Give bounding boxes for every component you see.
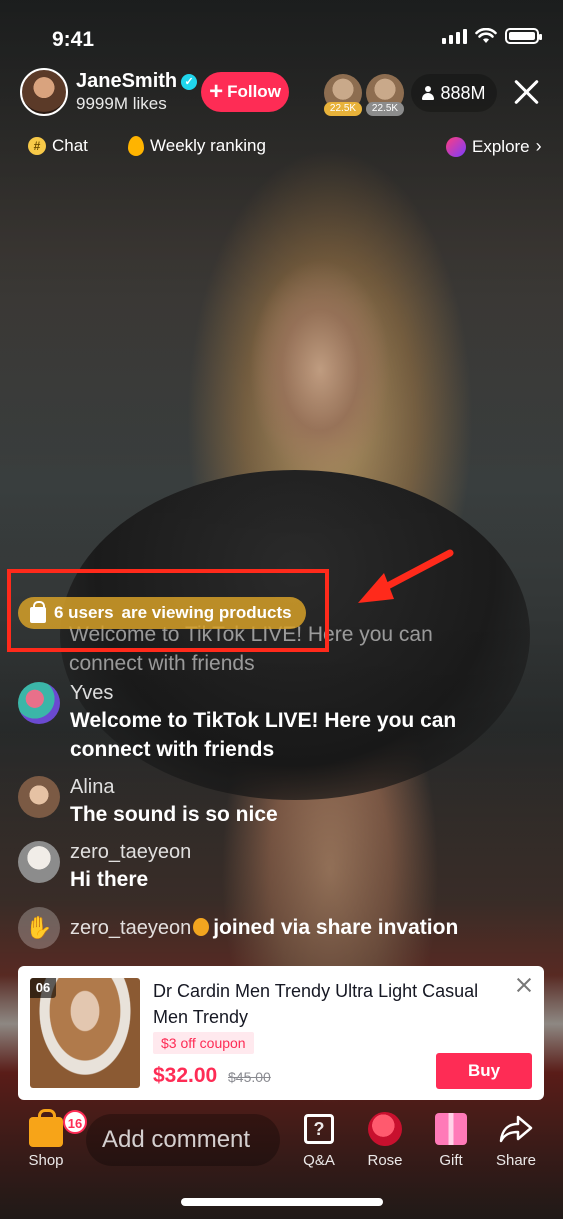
commenter-avatar[interactable] <box>18 682 60 724</box>
shop-button[interactable]: Shop 16 <box>16 1109 87 1169</box>
comment-username[interactable]: Alina <box>70 774 278 800</box>
verified-icon: ✓ <box>181 73 198 90</box>
annotation-arrow-icon <box>358 549 454 603</box>
qa-button[interactable]: ? Q&A <box>289 1110 349 1169</box>
explore-icon <box>446 136 466 157</box>
follow-label: Follow <box>227 82 281 101</box>
battery-icon <box>505 28 542 44</box>
gift-icon <box>435 1113 467 1145</box>
question-icon: ? <box>304 1114 334 1144</box>
gift-label: Gift <box>439 1152 463 1169</box>
comment-username[interactable]: Yves <box>70 680 456 706</box>
join-event: ✋ zero_taeyeon joined via share invation <box>18 907 458 949</box>
chevron-right-icon: › <box>535 136 542 156</box>
faded-comment-line: connect with friends <box>69 652 255 675</box>
live-subnav: # Chat Weekly ranking Explore › <box>28 136 553 162</box>
status-bar: 9:41 <box>0 24 563 54</box>
gift-button[interactable]: Gift <box>421 1110 481 1169</box>
product-original-price: $45.00 <box>228 1069 271 1085</box>
hashtag-icon: # <box>28 137 46 155</box>
commenter-avatar[interactable] <box>18 841 60 883</box>
shop-label: Shop <box>28 1152 64 1169</box>
share-button[interactable]: Share <box>486 1110 546 1169</box>
gift-count-badge: 22.5K <box>366 102 404 116</box>
viewer-count: 888M <box>440 82 486 103</box>
shop-bag-icon <box>29 1109 63 1147</box>
plus-icon: + <box>209 78 224 105</box>
share-arrow-icon <box>498 1114 534 1144</box>
close-icon[interactable] <box>514 976 534 996</box>
chat-link[interactable]: # Chat <box>28 136 88 156</box>
top-viewer-avatar[interactable]: 22.5K <box>366 74 404 116</box>
top-viewer-avatar[interactable]: 22.5K <box>324 74 362 116</box>
explore-label: Explore <box>472 136 530 156</box>
host-avatar[interactable] <box>20 68 68 116</box>
flame-icon <box>128 136 144 156</box>
status-time: 9:41 <box>52 28 95 51</box>
rose-button[interactable]: Rose <box>355 1110 415 1169</box>
comment-text: The sound is so nice <box>70 803 278 826</box>
weekly-ranking-link[interactable]: Weekly ranking <box>128 136 266 156</box>
comment-text: Welcome to TikTok LIVE! Here you can <box>70 709 457 732</box>
bottom-toolbar: Shop 16 ? Q&A Rose Gift Share <box>0 1109 563 1180</box>
comment-item: Yves Welcome to TikTok LIVE! Here you ca… <box>18 680 456 764</box>
rose-icon <box>368 1112 402 1146</box>
comment-username[interactable]: zero_taeyeon <box>70 839 191 865</box>
medal-icon <box>193 918 210 936</box>
viewer-count-pill[interactable]: 888M <box>411 74 497 112</box>
comment-text: Hi there <box>70 868 149 891</box>
shop-count-badge: 16 <box>63 1110 87 1134</box>
comment-input[interactable] <box>86 1114 280 1166</box>
signal-icon <box>442 28 467 44</box>
chat-label: Chat <box>52 136 88 155</box>
wifi-icon <box>475 28 497 43</box>
top-viewers: 22.5K 22.5K <box>324 74 404 116</box>
share-label: Share <box>495 1152 537 1169</box>
coupon-badge[interactable]: $3 off coupon <box>153 1032 254 1054</box>
product-card[interactable]: 06 Dr Cardin Men Trendy Ultra Light Casu… <box>18 966 544 1100</box>
weekly-ranking-label: Weekly ranking <box>150 136 266 155</box>
commenter-avatar[interactable] <box>18 776 60 818</box>
product-index: 06 <box>30 978 56 998</box>
rose-label: Rose <box>367 1152 403 1169</box>
buy-button[interactable]: Buy <box>436 1053 532 1089</box>
product-price: $32.00 <box>153 1064 218 1087</box>
qa-label: Q&A <box>303 1152 335 1169</box>
close-icon[interactable] <box>513 78 541 106</box>
follow-button[interactable]: + Follow <box>201 72 289 112</box>
host-name: JaneSmith <box>76 70 178 92</box>
comment-item: zero_taeyeon Hi there <box>18 839 191 894</box>
comment-item: Alina The sound is so nice <box>18 774 278 829</box>
home-indicator <box>181 1198 383 1206</box>
join-username[interactable]: zero_taeyeon <box>70 917 191 939</box>
wave-hand-icon: ✋ <box>18 907 60 949</box>
live-header: JaneSmith ✓ 9999M likes + Follow 22.5K 2… <box>20 68 543 118</box>
comment-text: connect with friends <box>70 738 275 761</box>
host-likes: 9999M likes <box>76 94 167 113</box>
join-text: joined via share invation <box>213 916 459 939</box>
annotation-highlight-box <box>7 569 329 652</box>
product-title[interactable]: Dr Cardin Men Trendy Ultra Light Casual … <box>153 978 513 1030</box>
explore-link[interactable]: Explore › <box>446 136 542 157</box>
host-name-row[interactable]: JaneSmith ✓ <box>76 70 198 93</box>
gift-count-badge: 22.5K <box>324 102 362 116</box>
person-icon <box>422 86 435 100</box>
